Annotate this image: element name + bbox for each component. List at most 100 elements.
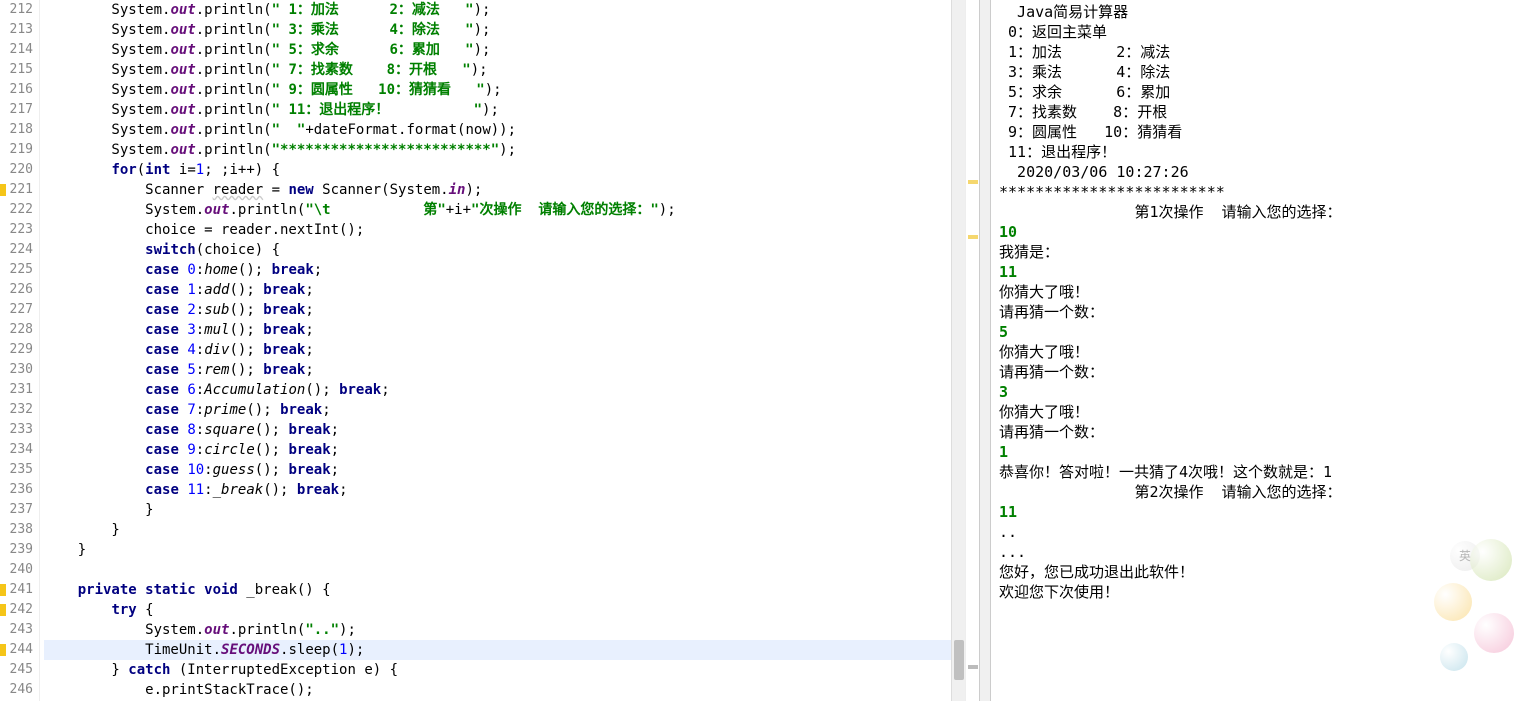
code-line[interactable]: case 7:prime(); break; <box>44 400 951 420</box>
line-number[interactable]: 225 <box>0 260 33 280</box>
line-number[interactable]: 216 <box>0 80 33 100</box>
code-line[interactable]: System.out.println(" 11：退出程序！ "); <box>44 100 951 120</box>
line-number[interactable]: 243 <box>0 620 33 640</box>
code-line[interactable]: case 6:Accumulation(); break; <box>44 380 951 400</box>
code-line[interactable]: System.out.println(".."); <box>44 620 951 640</box>
line-number[interactable]: 213 <box>0 20 33 40</box>
console-user-input: 3 <box>999 382 1514 402</box>
code-line[interactable]: case 0:home(); break; <box>44 260 951 280</box>
line-number-gutter[interactable]: 2122132142152162172182192202212222232242… <box>0 0 40 701</box>
code-line[interactable]: case 3:mul(); break; <box>44 320 951 340</box>
line-number[interactable]: 239 <box>0 540 33 560</box>
code-line[interactable]: } <box>44 500 951 520</box>
line-number[interactable]: 234 <box>0 440 33 460</box>
code-line[interactable]: System.out.println(" 9：圆属性 10：猜猜看 "); <box>44 80 951 100</box>
code-line[interactable]: try { <box>44 600 951 620</box>
bubble-icon <box>1440 643 1468 671</box>
editor-mark[interactable] <box>968 235 978 239</box>
console-output-line: 你猜大了哦！ <box>999 282 1514 302</box>
line-number[interactable]: 214 <box>0 40 33 60</box>
line-number[interactable]: 229 <box>0 340 33 360</box>
console-user-input: 11 <box>999 502 1514 522</box>
editor-scrollbar-thumb[interactable] <box>954 640 964 680</box>
console-output-line: 欢迎您下次使用！ <box>999 582 1514 602</box>
line-number[interactable]: 222 <box>0 200 33 220</box>
console-user-input: 11 <box>999 262 1514 282</box>
line-number[interactable]: 219 <box>0 140 33 160</box>
line-number[interactable]: 237 <box>0 500 33 520</box>
code-line[interactable]: } <box>44 520 951 540</box>
line-number[interactable]: 230 <box>0 360 33 380</box>
console-panel[interactable]: Java简易计算器 0：返回主菜单 1：加法 2：减法 3：乘法 4：除法 5：… <box>991 0 1522 701</box>
console-output-line: 0：返回主菜单 <box>999 22 1514 42</box>
panel-divider[interactable] <box>979 0 991 701</box>
code-area[interactable]: System.out.println(" 1：加法 2：减法 "); Syste… <box>40 0 951 701</box>
code-line[interactable]: System.out.println(" 3：乘法 4：除法 "); <box>44 20 951 40</box>
line-number[interactable]: 223 <box>0 220 33 240</box>
console-output-line: 第1次操作 请输入您的选择： <box>999 202 1514 222</box>
code-line[interactable]: choice = reader.nextInt(); <box>44 220 951 240</box>
code-line[interactable]: System.out.println(" 1：加法 2：减法 "); <box>44 0 951 20</box>
line-number[interactable]: 246 <box>0 680 33 700</box>
line-number[interactable]: 215 <box>0 60 33 80</box>
code-line[interactable]: case 5:rem(); break; <box>44 360 951 380</box>
code-line[interactable]: case 11:_break(); break; <box>44 480 951 500</box>
code-line[interactable]: System.out.println(" 7：找素数 8：开根 "); <box>44 60 951 80</box>
line-number[interactable]: 235 <box>0 460 33 480</box>
code-line[interactable]: case 1:add(); break; <box>44 280 951 300</box>
console-output-line: 5：求余 6：累加 <box>999 82 1514 102</box>
line-number[interactable]: 226 <box>0 280 33 300</box>
line-number[interactable]: 244 <box>0 640 33 660</box>
console-output-line: 请再猜一个数： <box>999 422 1514 442</box>
line-number[interactable]: 233 <box>0 420 33 440</box>
line-number[interactable]: 217 <box>0 100 33 120</box>
line-number[interactable]: 241 <box>0 580 33 600</box>
code-line[interactable]: System.out.println(" "+dateFormat.format… <box>44 120 951 140</box>
line-number[interactable]: 236 <box>0 480 33 500</box>
console-output-line: .. <box>999 522 1514 542</box>
code-line[interactable]: System.out.println("\t 第"+i+"次操作 请输入您的选择… <box>44 200 951 220</box>
code-line[interactable]: for(int i=1; ;i++) { <box>44 160 951 180</box>
console-output-line: 9：圆属性 10：猜猜看 <box>999 122 1514 142</box>
code-line[interactable] <box>44 560 951 580</box>
console-output: Java简易计算器 0：返回主菜单 1：加法 2：减法 3：乘法 4：除法 5：… <box>999 2 1514 602</box>
line-number[interactable]: 228 <box>0 320 33 340</box>
line-number[interactable]: 238 <box>0 520 33 540</box>
editor-mark[interactable] <box>968 180 978 184</box>
line-number[interactable]: 218 <box>0 120 33 140</box>
code-line[interactable]: case 2:sub(); break; <box>44 300 951 320</box>
line-number[interactable]: 242 <box>0 600 33 620</box>
line-number[interactable]: 220 <box>0 160 33 180</box>
code-line[interactable]: case 8:square(); break; <box>44 420 951 440</box>
line-number[interactable]: 245 <box>0 660 33 680</box>
line-number[interactable]: 231 <box>0 380 33 400</box>
code-line[interactable]: case 9:circle(); break; <box>44 440 951 460</box>
line-number[interactable]: 227 <box>0 300 33 320</box>
console-output-line: 请再猜一个数： <box>999 302 1514 322</box>
code-line[interactable]: System.out.println("********************… <box>44 140 951 160</box>
console-output-line: 请再猜一个数： <box>999 362 1514 382</box>
code-line[interactable]: Scanner reader = new Scanner(System.in); <box>44 180 951 200</box>
console-output-line: ... <box>999 542 1514 562</box>
code-editor-panel: 2122132142152162172182192202212222232242… <box>0 0 965 701</box>
editor-mark-strip[interactable] <box>965 0 979 701</box>
editor-mark[interactable] <box>968 665 978 669</box>
code-line[interactable]: } <box>44 540 951 560</box>
console-output-line: 第2次操作 请输入您的选择： <box>999 482 1514 502</box>
code-line[interactable]: System.out.println(" 5：求余 6：累加 "); <box>44 40 951 60</box>
code-line[interactable]: private static void _break() { <box>44 580 951 600</box>
code-line[interactable]: TimeUnit.SECONDS.sleep(1); <box>44 640 951 660</box>
console-output-line: 我猜是： <box>999 242 1514 262</box>
code-line[interactable]: case 4:div(); break; <box>44 340 951 360</box>
line-number[interactable]: 212 <box>0 0 33 20</box>
line-number[interactable]: 224 <box>0 240 33 260</box>
editor-scrollbar[interactable] <box>951 0 965 701</box>
line-number[interactable]: 240 <box>0 560 33 580</box>
code-line[interactable]: case 10:guess(); break; <box>44 460 951 480</box>
line-number[interactable]: 221 <box>0 180 33 200</box>
console-output-line: 恭喜你！答对啦！一共猜了4次哦！这个数就是：1 <box>999 462 1514 482</box>
code-line[interactable]: switch(choice) { <box>44 240 951 260</box>
code-line[interactable]: e.printStackTrace(); <box>44 680 951 700</box>
code-line[interactable]: } catch (InterruptedException e) { <box>44 660 951 680</box>
line-number[interactable]: 232 <box>0 400 33 420</box>
